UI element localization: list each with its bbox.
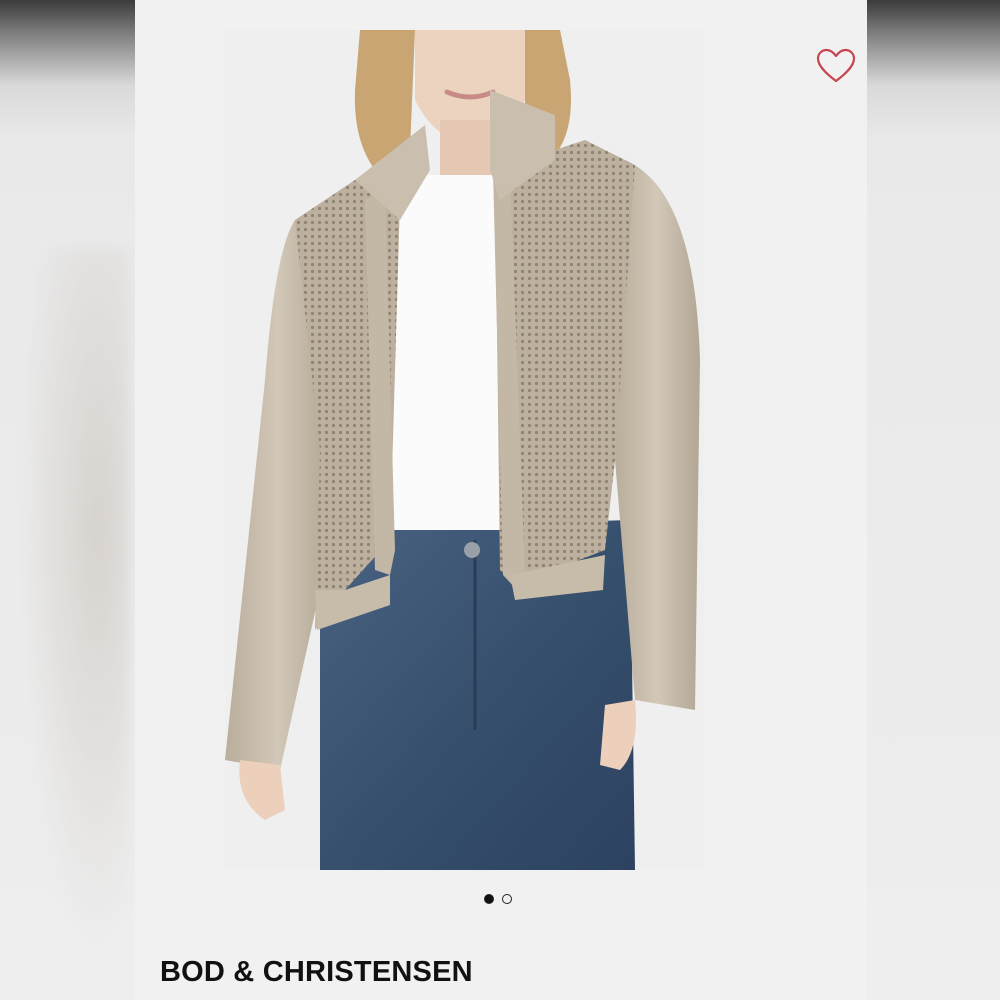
- carousel-dot-1[interactable]: [484, 894, 494, 904]
- background-left-blur: [0, 0, 135, 1000]
- product-image[interactable]: [225, 30, 705, 870]
- product-brand[interactable]: BOD & CHRISTENSEN: [160, 956, 473, 989]
- carousel-indicators: [484, 894, 512, 904]
- wishlist-button[interactable]: [815, 45, 857, 87]
- background-right-blur: [867, 0, 1000, 1000]
- carousel-dot-2[interactable]: [502, 894, 512, 904]
- heart-outline-icon: [816, 48, 856, 83]
